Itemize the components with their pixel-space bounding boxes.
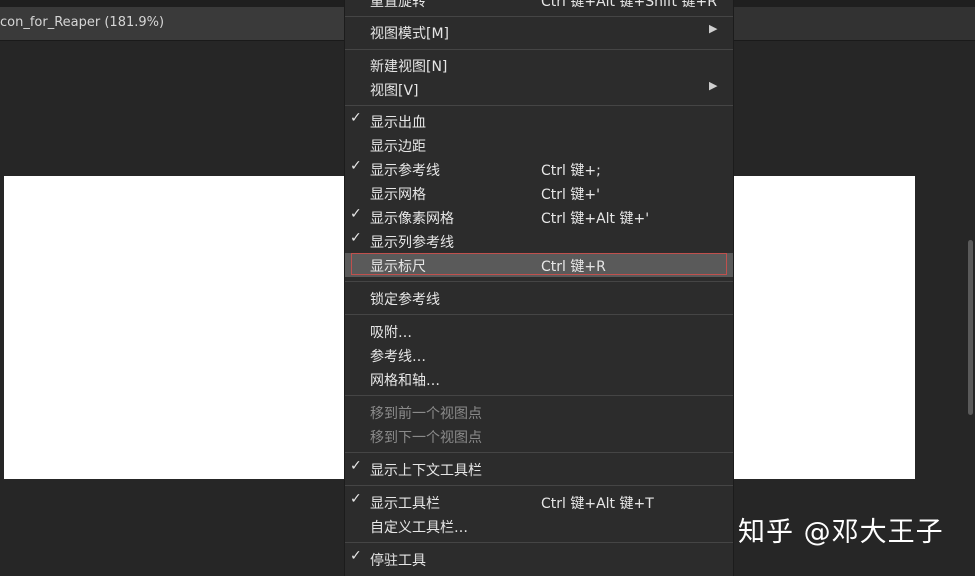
document-tab[interactable]: con_for_Reaper (181.9%) (0, 7, 345, 40)
submenu-arrow-icon: ▶ (709, 22, 718, 35)
menu-item-show-column-guides[interactable]: ✓ 显示列参考线 (345, 229, 733, 253)
watermark: 知乎 @邓大王子 (738, 517, 944, 548)
menu-item-new-view[interactable]: 新建视图[N] (345, 53, 733, 77)
menu-item-show-guides[interactable]: ✓ 显示参考线 Ctrl 键+; (345, 157, 733, 181)
menu-item-label: 视图模式[M] (370, 26, 450, 42)
menu-separator (345, 542, 733, 543)
menu-item-label: 显示列参考线 (370, 235, 454, 251)
menu-item-show-toolbar[interactable]: ✓ 显示工具栏 Ctrl 键+Alt 键+T (345, 490, 733, 514)
checkmark-icon: ✓ (350, 458, 362, 474)
menu-item-next-view-point[interactable]: 移到下一个视图点 (345, 424, 733, 448)
menu-item-label: 网格和轴… (370, 373, 440, 389)
menu-separator (345, 452, 733, 453)
menu-item-show-grid[interactable]: 显示网格 Ctrl 键+' (345, 181, 733, 205)
menu-item-label: 参考线… (370, 349, 426, 365)
menu-separator (345, 16, 733, 17)
menu-item-shortcut: Ctrl 键+Alt 键+' (541, 211, 650, 227)
menu-item-shortcut: Ctrl 键+' (541, 187, 600, 203)
highlight-annotation-box (351, 253, 727, 275)
menu-item-shortcut: Ctrl 键+; (541, 163, 601, 179)
menu-separator (345, 105, 733, 106)
checkmark-icon: ✓ (350, 230, 362, 246)
menu-separator (345, 485, 733, 486)
menu-item-label: 显示参考线 (370, 163, 440, 179)
menu-item-lock-guides[interactable]: 锁定参考线 (345, 286, 733, 310)
vertical-scrollbar[interactable] (968, 240, 973, 415)
view-menu: 重置旋转 Ctrl 键+Alt 键+Shift 键+R 视图模式[M] ▶ 新建… (344, 0, 734, 576)
checkmark-icon: ✓ (350, 548, 362, 564)
document-tab-title: con_for_Reaper (181.9%) (0, 15, 165, 30)
menu-item-snapping[interactable]: 吸附… (345, 319, 733, 343)
artboard-page-right[interactable] (733, 176, 915, 479)
menu-item-guides[interactable]: 参考线… (345, 343, 733, 367)
menu-item-label: 显示出血 (370, 115, 426, 131)
menu-item-shortcut: Ctrl 键+Alt 键+Shift 键+R (541, 0, 717, 10)
menu-item-label: 重置旋转 (370, 0, 426, 10)
menu-separator (345, 314, 733, 315)
checkmark-icon: ✓ (350, 206, 362, 222)
menu-item-reset-rotation[interactable]: 重置旋转 Ctrl 键+Alt 键+Shift 键+R (345, 0, 733, 12)
menu-separator (345, 49, 733, 50)
menu-separator (345, 281, 733, 282)
menu-item-label: 停驻工具 (370, 553, 426, 569)
menu-item-label: 移到前一个视图点 (370, 406, 482, 422)
menu-item-show-margins[interactable]: 显示边距 (345, 133, 733, 157)
menu-item-label: 显示网格 (370, 187, 426, 203)
menu-item-label: 视图[V] (370, 83, 419, 99)
menu-item-label: 显示边距 (370, 139, 426, 155)
menu-item-view-mode[interactable]: 视图模式[M] ▶ (345, 20, 733, 44)
menu-item-dock-tools[interactable]: ✓ 停驻工具 (345, 547, 733, 571)
menu-item-customize-toolbar[interactable]: 自定义工具栏… (345, 514, 733, 538)
menu-item-views[interactable]: 视图[V] ▶ (345, 77, 733, 101)
menu-item-shortcut: Ctrl 键+Alt 键+T (541, 496, 654, 512)
menu-item-show-context-toolbar[interactable]: ✓ 显示上下文工具栏 (345, 457, 733, 481)
menu-item-label: 显示像素网格 (370, 211, 454, 227)
menu-item-show-pixel-grid[interactable]: ✓ 显示像素网格 Ctrl 键+Alt 键+' (345, 205, 733, 229)
menu-separator (345, 395, 733, 396)
checkmark-icon: ✓ (350, 158, 362, 174)
submenu-arrow-icon: ▶ (709, 79, 718, 92)
menu-item-grid-and-axis[interactable]: 网格和轴… (345, 367, 733, 391)
menu-item-label: 吸附… (370, 325, 412, 341)
checkmark-icon: ✓ (350, 491, 362, 507)
menu-item-show-bleed[interactable]: ✓ 显示出血 (345, 109, 733, 133)
menu-item-label: 锁定参考线 (370, 292, 440, 308)
menu-item-prev-view-point[interactable]: 移到前一个视图点 (345, 400, 733, 424)
menu-item-label: 新建视图[N] (370, 59, 448, 75)
menu-item-label: 移到下一个视图点 (370, 430, 482, 446)
menu-item-label: 显示上下文工具栏 (370, 463, 482, 479)
menu-item-label: 显示工具栏 (370, 496, 440, 512)
artboard-page[interactable] (4, 176, 344, 479)
checkmark-icon: ✓ (350, 110, 362, 126)
menu-item-label: 自定义工具栏… (370, 520, 468, 536)
